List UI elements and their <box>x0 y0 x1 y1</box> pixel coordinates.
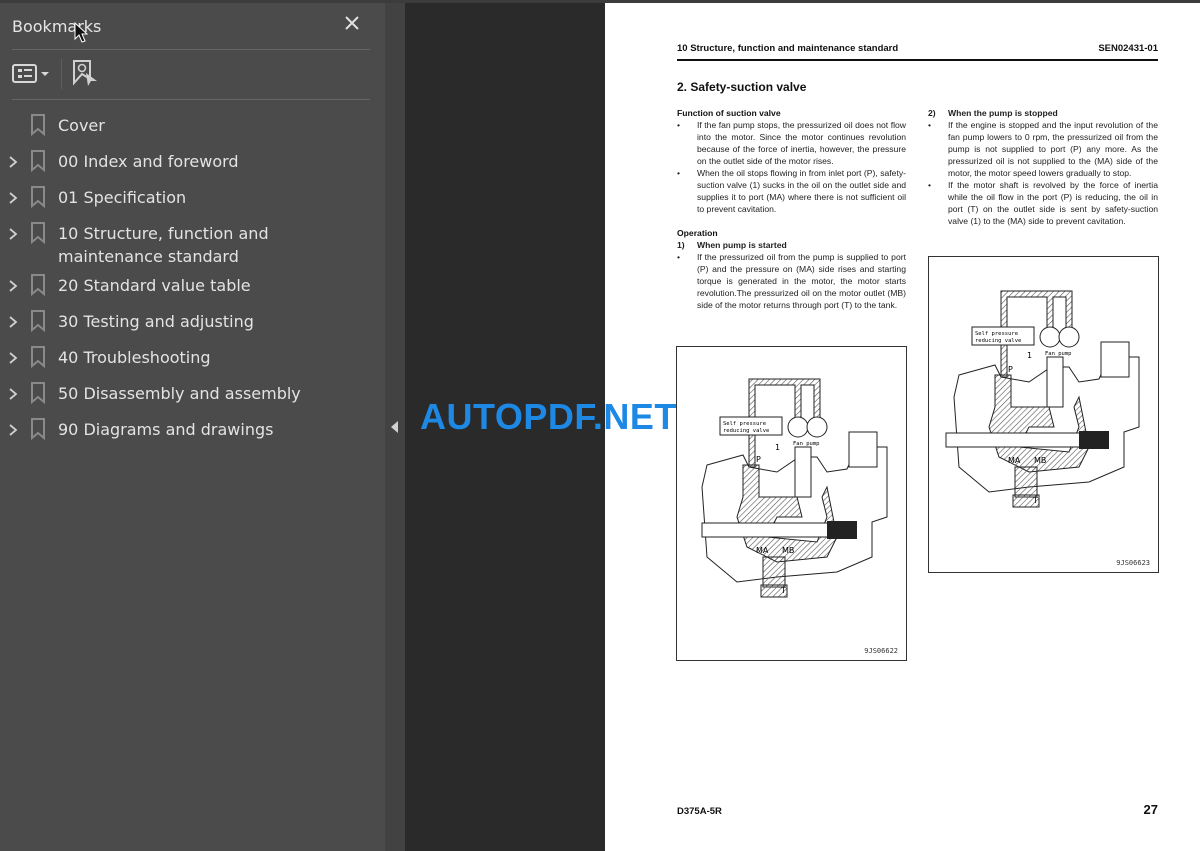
chevron-right-icon[interactable] <box>6 383 28 405</box>
port-t-label: T <box>780 586 786 595</box>
pump-label: Fan pump <box>1045 351 1072 357</box>
port-ma-label: MA <box>1008 456 1021 465</box>
bookmarks-toolbar <box>12 59 372 89</box>
bullet-item: • When the oil stops flowing in from inle… <box>677 168 906 214</box>
figure-pump-stopped: Self pressure reducing valve Fan pump P 1… <box>928 256 1159 573</box>
page-header-doc-id: SEN02431-01 <box>1098 43 1158 54</box>
bookmark-label: 20 Standard value table <box>58 276 251 295</box>
bookmark-icon <box>30 310 50 333</box>
valve-diagram: Self pressure reducing valve Fan pump P 1… <box>701 378 888 598</box>
toolbar-divider <box>12 99 370 100</box>
port-mb-label: MB <box>1034 456 1046 465</box>
find-current-bookmark-icon <box>73 60 97 86</box>
bookmark-item-troubleshooting[interactable]: 40 Troubleshooting <box>0 341 385 377</box>
bookmark-icon <box>30 222 50 245</box>
section-title: 2. Safety-suction valve <box>677 80 807 94</box>
bookmark-label: 01 Specification <box>58 188 187 207</box>
valve-label: Self pressure reducing valve <box>723 421 769 434</box>
header-divider <box>12 49 370 50</box>
chevron-placeholder <box>6 115 28 137</box>
bookmark-icon <box>30 346 50 369</box>
operation-heading: Operation <box>677 228 718 238</box>
panel-resize-handle[interactable] <box>385 3 405 851</box>
chevron-right-icon[interactable] <box>6 347 28 369</box>
close-icon <box>345 16 359 30</box>
bookmark-label: 40 Troubleshooting <box>58 348 211 367</box>
bookmark-icon <box>30 150 50 173</box>
figure-id: 9JS06623 <box>1116 559 1150 567</box>
watermark-text: AUTOPDF.NET <box>420 396 677 437</box>
collapse-panel-icon[interactable] <box>391 421 398 433</box>
port-mb-label: MB <box>782 546 794 555</box>
bookmark-item-index[interactable]: 00 Index and foreword <box>0 145 385 181</box>
valve-diagram: Self pressure reducing valve Fan pump P 1… <box>945 290 1140 508</box>
pump-label: Fan pump <box>793 441 820 447</box>
port-ma-label: MA <box>756 546 769 555</box>
bookmark-item-cover[interactable]: Cover <box>0 109 385 145</box>
find-current-bookmark-button[interactable] <box>72 59 100 87</box>
port-p-label: P <box>756 455 761 464</box>
port-t-label: T <box>1032 496 1038 505</box>
chevron-right-icon[interactable] <box>6 187 28 209</box>
chevron-right-icon[interactable] <box>6 419 28 441</box>
footer-model: D375A-5R <box>677 806 722 817</box>
bookmark-icon <box>30 114 50 137</box>
bookmarks-panel: Bookmarks Cover 00 Index and foreword 01… <box>0 3 385 851</box>
chevron-right-icon[interactable] <box>6 223 28 245</box>
bookmark-item-disassembly[interactable]: 50 Disassembly and assembly <box>0 377 385 413</box>
bookmark-item-testing[interactable]: 30 Testing and adjusting <box>0 305 385 341</box>
bookmark-icon <box>30 382 50 405</box>
function-heading: Function of suction valve <box>677 108 781 118</box>
bullet-item: • If the engine is stopped and the input … <box>928 120 1158 178</box>
bookmark-item-diagrams[interactable]: 90 Diagrams and drawings <box>0 413 385 449</box>
valve-label: Self pressure reducing valve <box>975 331 1021 344</box>
bookmark-label: 50 Disassembly and assembly <box>58 384 301 403</box>
bookmark-label: 30 Testing and adjusting <box>58 312 254 331</box>
bookmark-item-structure[interactable]: 10 Structure, function and maintenance s… <box>0 217 385 269</box>
bullet-item: • If the pressurized oil from the pump is… <box>677 252 906 310</box>
page-number: 27 <box>1143 802 1158 817</box>
bookmark-item-standard-value[interactable]: 20 Standard value table <box>0 269 385 305</box>
bookmark-label: Cover <box>58 116 105 135</box>
step-heading: 2) When the pump is stopped <box>928 108 1058 118</box>
figure-id: 9JS06622 <box>864 647 898 655</box>
chevron-right-icon[interactable] <box>6 311 28 333</box>
options-menu-button[interactable] <box>12 63 52 85</box>
close-panel-button[interactable] <box>343 14 361 32</box>
bookmark-label: 00 Index and foreword <box>58 152 239 171</box>
bookmark-label: 90 Diagrams and drawings <box>58 420 274 439</box>
bookmark-icon <box>30 274 50 297</box>
mouse-cursor-icon <box>74 22 88 43</box>
left-column: Function of suction valve • If the fan pu… <box>677 107 906 311</box>
bookmark-icon <box>30 418 50 441</box>
part-1-label: 1 <box>775 443 780 452</box>
part-1-label: 1 <box>1027 351 1032 360</box>
step-heading: 1) When pump is started <box>677 240 787 250</box>
port-p-label: P <box>1008 365 1013 374</box>
chevron-right-icon[interactable] <box>6 151 28 173</box>
toolbar-separator <box>61 59 62 89</box>
bookmark-list: Cover 00 Index and foreword 01 Specifica… <box>0 109 385 449</box>
bullet-item: • If the motor shaft is revolved by the f… <box>928 180 1158 226</box>
bookmark-icon <box>30 186 50 209</box>
header-rule <box>677 59 1158 61</box>
bookmark-item-specification[interactable]: 01 Specification <box>0 181 385 217</box>
right-column: 2) When the pump is stopped • If the engin… <box>928 107 1158 227</box>
list-options-icon <box>12 64 49 83</box>
figure-pump-started: Self pressure reducing valve Fan pump P 1… <box>676 346 907 661</box>
page-header-section: 10 Structure, function and maintenance s… <box>677 43 899 54</box>
pdf-page: 10 Structure, function and maintenance s… <box>605 3 1200 851</box>
chevron-down-icon <box>41 72 49 76</box>
chevron-right-icon[interactable] <box>6 275 28 297</box>
bullet-item: • If the fan pump stops, the pressurized … <box>677 120 906 166</box>
bookmark-label: 10 Structure, function and maintenance s… <box>58 224 269 266</box>
